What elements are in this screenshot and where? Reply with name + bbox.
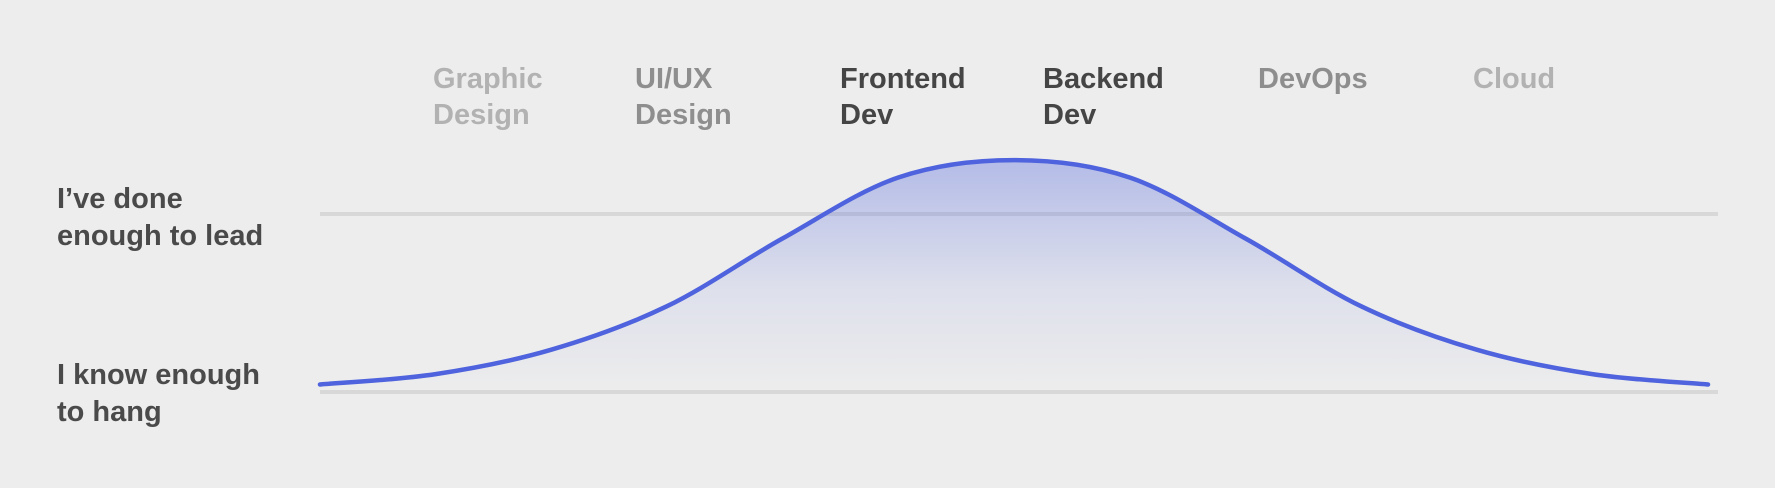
category-label-ui-ux-design: UI/UX Design: [635, 63, 732, 131]
category-label-devops-line1: DevOps: [1258, 63, 1368, 95]
y-level-label-lead: I’ve done enough to lead: [57, 183, 263, 252]
category-label-graphic-design: Graphic Design: [433, 63, 551, 131]
category-label-frontend-dev-line1: Frontend: [840, 63, 966, 95]
category-label-ui-ux-design-line1: UI/UX: [635, 63, 713, 95]
category-label-cloud-line1: Cloud: [1473, 63, 1555, 95]
category-label-backend-dev: Backend Dev: [1043, 63, 1172, 131]
y-level-labels: I’ve done enough to lead I know enough t…: [57, 183, 268, 428]
category-label-frontend-dev: Frontend Dev: [840, 63, 974, 131]
category-label-graphic-design-line1: Graphic: [433, 63, 543, 95]
y-level-label-hang-line2: to hang: [57, 396, 162, 428]
category-label-cloud: Cloud: [1473, 63, 1555, 95]
y-level-label-lead-line2: enough to lead: [57, 220, 263, 252]
skill-curve-chart: I’ve done enough to lead I know enough t…: [57, 63, 1718, 428]
category-label-backend-dev-line2: Dev: [1043, 99, 1096, 131]
y-level-label-hang-line1: I know enough: [57, 359, 260, 391]
category-label-devops: DevOps: [1258, 63, 1368, 95]
y-level-label-hang: I know enough to hang: [57, 359, 268, 428]
category-label-ui-ux-design-line2: Design: [635, 99, 732, 131]
series-layer: [317, 157, 1711, 392]
category-label-graphic-design-line2: Design: [433, 99, 530, 131]
category-labels: Graphic Design UI/UX Design Frontend Dev…: [433, 63, 1555, 131]
category-label-backend-dev-line1: Backend: [1043, 63, 1164, 95]
category-label-frontend-dev-line2: Dev: [840, 99, 893, 131]
y-level-label-lead-line1: I’ve done: [57, 183, 183, 215]
